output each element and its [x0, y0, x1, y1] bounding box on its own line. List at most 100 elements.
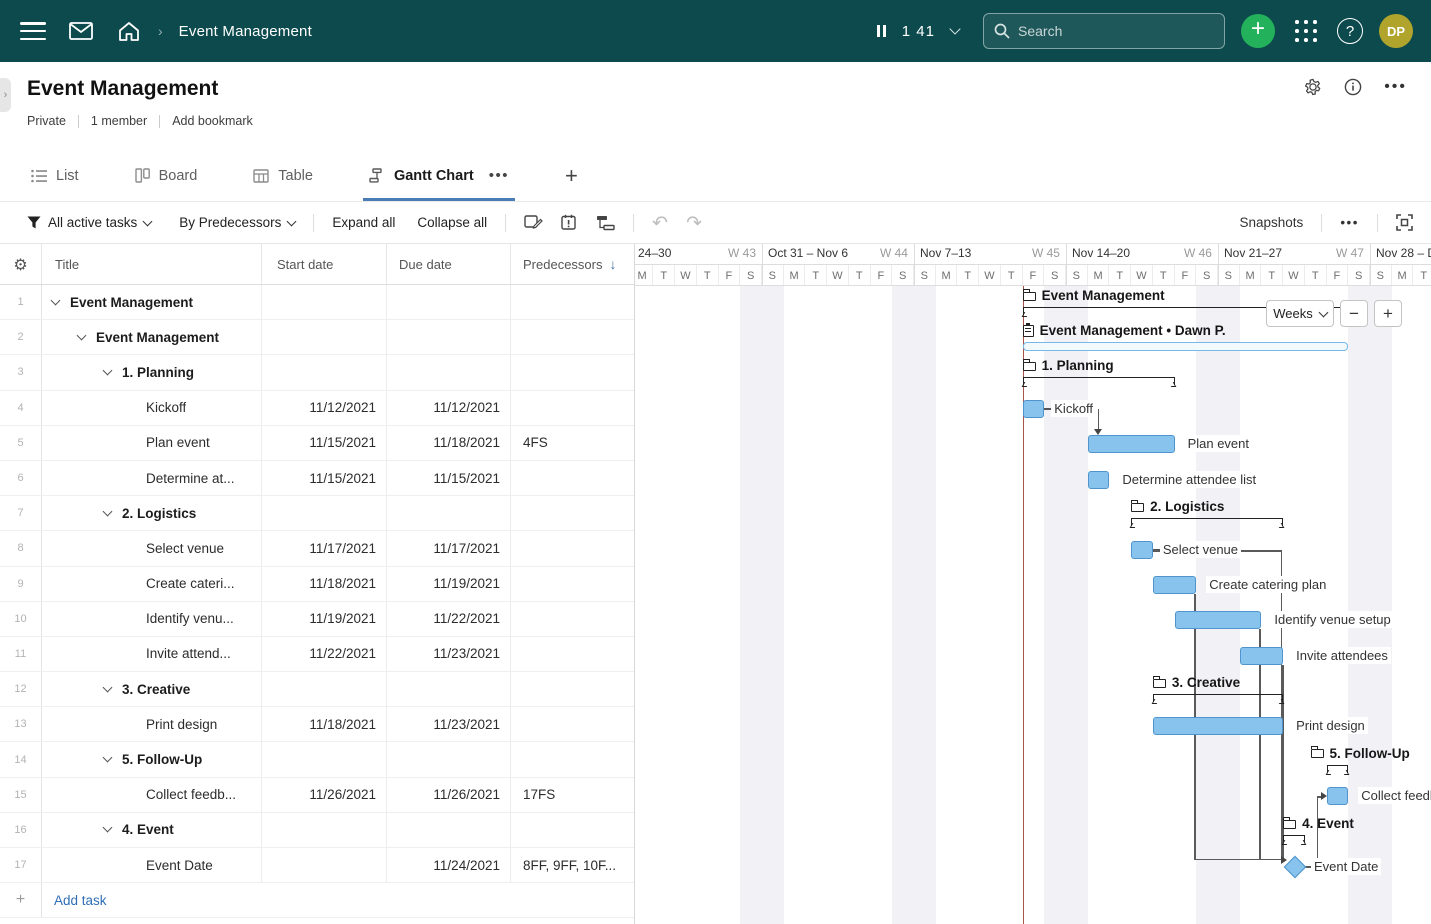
task-title-cell[interactable]: Invite attend...: [42, 637, 262, 671]
gantt-bar[interactable]: [1023, 400, 1045, 418]
baseline-icon[interactable]: [524, 214, 543, 231]
due-date-cell[interactable]: [387, 320, 511, 354]
task-title-cell[interactable]: Event Management: [42, 285, 262, 319]
task-title-cell[interactable]: Print design: [42, 707, 262, 741]
collapse-chevron-icon[interactable]: [103, 682, 113, 692]
predecessors-cell[interactable]: [511, 707, 634, 741]
due-date-cell[interactable]: [387, 496, 511, 530]
timer-chevron-icon[interactable]: [949, 23, 960, 34]
column-settings-icon[interactable]: ⚙: [0, 244, 42, 284]
start-date-cell[interactable]: 11/19/2021: [262, 602, 387, 636]
column-header-title[interactable]: Title: [42, 244, 262, 284]
search-box[interactable]: [983, 13, 1225, 49]
filter-dropdown[interactable]: All active tasks: [27, 215, 151, 230]
table-row[interactable]: 6Determine at...11/15/202111/15/2021: [0, 461, 634, 496]
column-header-predecessors[interactable]: Predecessors ↓: [511, 244, 634, 284]
predecessors-cell[interactable]: 8FF, 9FF, 10F...: [511, 848, 634, 882]
settings-icon[interactable]: [1304, 78, 1322, 96]
due-date-cell[interactable]: [387, 285, 511, 319]
undo-button[interactable]: ↶: [652, 212, 668, 234]
due-date-cell[interactable]: [387, 672, 511, 706]
start-date-cell[interactable]: 11/22/2021: [262, 637, 387, 671]
gantt-bar[interactable]: [1088, 435, 1175, 453]
start-date-cell[interactable]: [262, 672, 387, 706]
predecessors-cell[interactable]: [511, 602, 634, 636]
start-date-cell[interactable]: 11/26/2021: [262, 778, 387, 812]
start-date-cell[interactable]: 11/18/2021: [262, 567, 387, 601]
task-title-cell[interactable]: Determine at...: [42, 461, 262, 495]
start-date-cell[interactable]: [262, 320, 387, 354]
gantt-group-label[interactable]: 5. Follow-Up: [1311, 746, 1410, 761]
add-bookmark-link[interactable]: Add bookmark: [172, 114, 253, 128]
due-date-cell[interactable]: 11/18/2021: [387, 426, 511, 460]
due-date-cell[interactable]: 11/26/2021: [387, 778, 511, 812]
due-date-cell[interactable]: 11/17/2021: [387, 531, 511, 565]
predecessors-cell[interactable]: [511, 567, 634, 601]
milestone-diamond[interactable]: [1284, 855, 1307, 878]
start-date-cell[interactable]: [262, 285, 387, 319]
start-date-cell[interactable]: [262, 813, 387, 847]
task-title-cell[interactable]: Plan event: [42, 426, 262, 460]
task-title-cell[interactable]: 5. Follow-Up: [42, 742, 262, 776]
due-date-cell[interactable]: 11/23/2021: [387, 637, 511, 671]
redo-button[interactable]: ↷: [686, 212, 702, 234]
predecessors-cell[interactable]: [511, 813, 634, 847]
task-title-cell[interactable]: Select venue: [42, 531, 262, 565]
gantt-group-label[interactable]: 4. Event: [1283, 816, 1354, 831]
task-title-cell[interactable]: Event Date: [42, 848, 262, 882]
table-row[interactable]: 15Collect feedb...11/26/202111/26/202117…: [0, 778, 634, 813]
due-date-cell[interactable]: [387, 742, 511, 776]
gantt-group-label[interactable]: Event Management • Dawn P.: [1023, 323, 1226, 338]
gantt-group-bracket[interactable]: [1283, 835, 1305, 843]
predecessors-cell[interactable]: [511, 320, 634, 354]
predecessors-cell[interactable]: [511, 672, 634, 706]
predecessors-cell[interactable]: [511, 637, 634, 671]
apps-grid-icon[interactable]: [1291, 16, 1321, 46]
task-title-cell[interactable]: 3. Creative: [42, 672, 262, 706]
sort-descending-icon[interactable]: ↓: [609, 256, 616, 272]
table-row[interactable]: 10Identify venu...11/19/202111/22/2021: [0, 602, 634, 637]
home-icon[interactable]: [116, 18, 142, 44]
gantt-group-bracket[interactable]: [1023, 342, 1349, 351]
members-label[interactable]: 1 member: [91, 114, 147, 128]
collapse-chevron-icon[interactable]: [103, 753, 113, 763]
task-title-cell[interactable]: Identify venu...: [42, 602, 262, 636]
tab-table[interactable]: Table: [249, 150, 317, 201]
table-row[interactable]: 2Event Management: [0, 320, 634, 355]
gantt-bar[interactable]: [1153, 576, 1196, 594]
predecessors-cell[interactable]: 17FS: [511, 778, 634, 812]
tab-more-icon[interactable]: •••: [489, 167, 509, 184]
gantt-bar[interactable]: [1175, 611, 1262, 629]
tab-list[interactable]: List: [27, 150, 83, 201]
zoom-unit-select[interactable]: Weeks: [1266, 300, 1334, 327]
due-date-cell[interactable]: 11/24/2021: [387, 848, 511, 882]
due-date-cell[interactable]: 11/12/2021: [387, 391, 511, 425]
gantt-group-bracket[interactable]: [1131, 518, 1283, 526]
predecessors-cell[interactable]: [511, 531, 634, 565]
collapse-chevron-icon[interactable]: [51, 295, 61, 305]
collapse-chevron-icon[interactable]: [77, 330, 87, 340]
gantt-bar[interactable]: [1240, 647, 1283, 665]
table-row[interactable]: 11Invite attend...11/22/202111/23/2021: [0, 637, 634, 672]
gantt-group-bracket[interactable]: [1327, 765, 1349, 773]
table-row[interactable]: 8Select venue11/17/202111/17/2021: [0, 531, 634, 566]
gantt-group-label[interactable]: 2. Logistics: [1131, 499, 1224, 514]
avatar[interactable]: DP: [1379, 14, 1413, 48]
add-task-row[interactable]: +Add task: [0, 883, 634, 918]
task-title-cell[interactable]: 4. Event: [42, 813, 262, 847]
table-row[interactable]: 5Plan event11/15/202111/18/20214FS: [0, 426, 634, 461]
predecessors-cell[interactable]: [511, 496, 634, 530]
menu-icon[interactable]: [20, 22, 46, 40]
tab-gantt-chart[interactable]: Gantt Chart •••: [365, 150, 513, 201]
start-date-cell[interactable]: 11/17/2021: [262, 531, 387, 565]
collapse-chevron-icon[interactable]: [103, 823, 113, 833]
start-date-cell[interactable]: 11/18/2021: [262, 707, 387, 741]
due-date-cell[interactable]: [387, 813, 511, 847]
help-icon[interactable]: ?: [1337, 18, 1363, 44]
collapse-chevron-icon[interactable]: [103, 506, 113, 516]
column-header-due-date[interactable]: Due date: [387, 244, 511, 284]
table-row[interactable]: 4Kickoff11/12/202111/12/2021: [0, 391, 634, 426]
calendar-alert-icon[interactable]: [561, 214, 578, 231]
task-title-cell[interactable]: Collect feedb...: [42, 778, 262, 812]
create-button[interactable]: +: [1241, 14, 1275, 48]
